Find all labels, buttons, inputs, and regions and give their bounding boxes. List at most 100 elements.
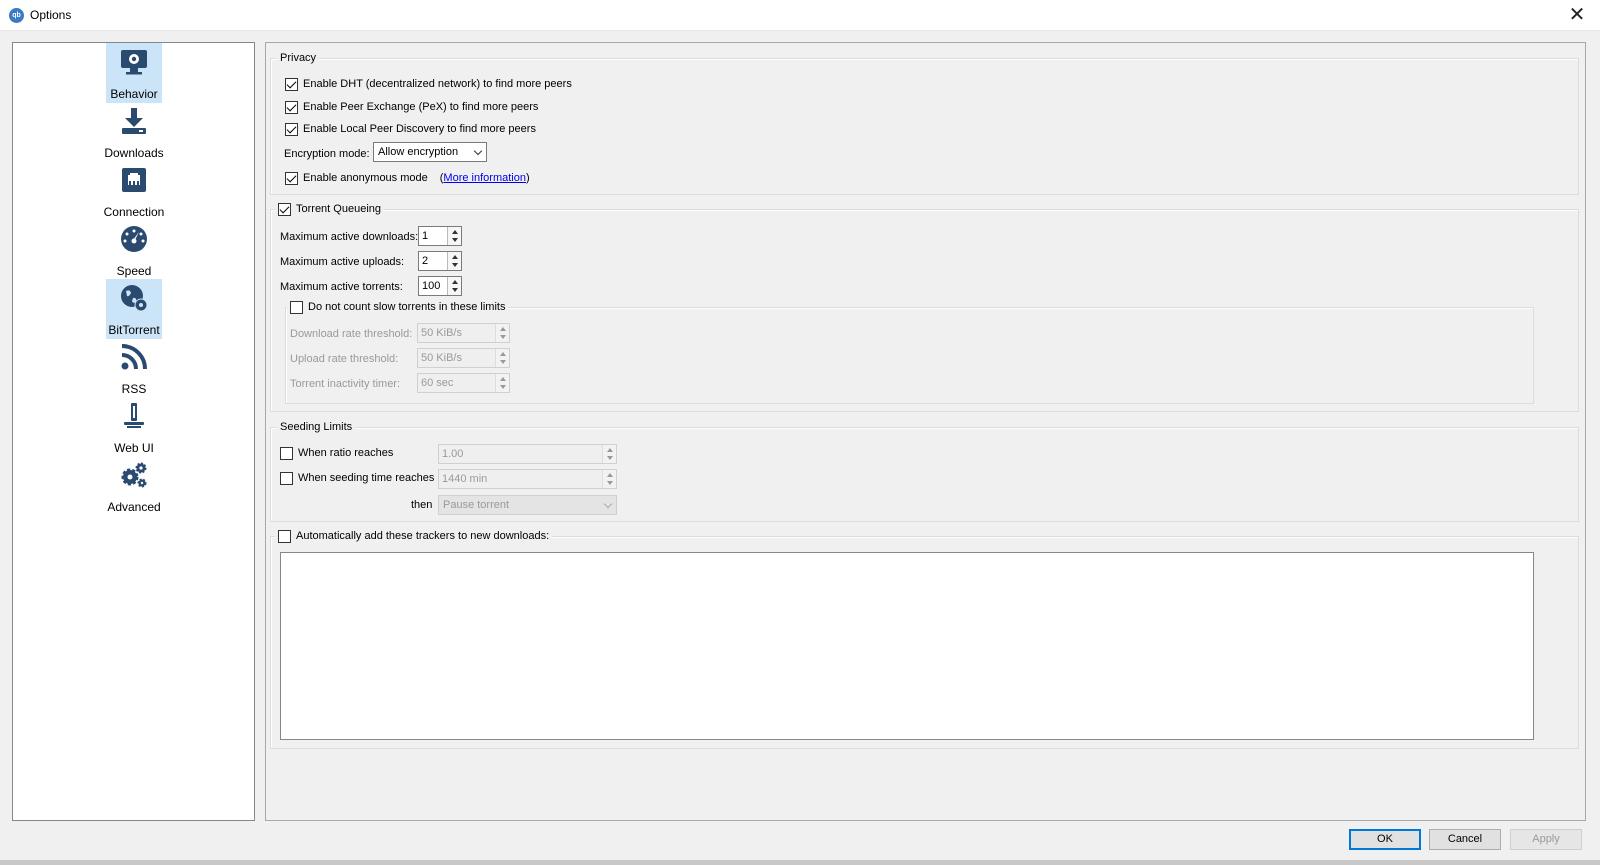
spin-buttons[interactable] bbox=[495, 324, 509, 342]
pex-label: Enable Peer Exchange (PeX) to find more … bbox=[303, 101, 539, 113]
lsd-option[interactable]: Enable Local Peer Discovery to find more… bbox=[285, 121, 536, 137]
sidebar-item-connection[interactable]: Connection bbox=[104, 161, 164, 221]
encryption-mode-label: Encryption mode: bbox=[284, 148, 370, 160]
max-torrents-value: 100 bbox=[422, 280, 441, 292]
seeding-action-select[interactable]: Pause torrent bbox=[438, 495, 617, 515]
close-icon[interactable]: ✕ bbox=[1554, 0, 1600, 31]
spin-buttons[interactable] bbox=[447, 252, 461, 270]
slow-torrents-group: Do not count slow torrents in these limi… bbox=[285, 300, 1534, 404]
spin-down-icon[interactable] bbox=[607, 456, 613, 460]
sidebar-item-web-ui[interactable]: Web UI bbox=[106, 397, 162, 457]
seeding-time-option[interactable]: When seeding time reaches bbox=[280, 470, 434, 486]
torrent-queueing-checkbox[interactable] bbox=[278, 202, 291, 216]
sidebar-item-label: Web UI bbox=[114, 441, 154, 455]
slow-torrents-checkbox[interactable] bbox=[290, 300, 303, 314]
spin-down-icon[interactable] bbox=[452, 288, 458, 292]
anonymous-mode-option[interactable]: Enable anonymous mode ( More information… bbox=[285, 170, 530, 186]
inactivity-timer-row: Torrent inactivity timer: bbox=[290, 376, 400, 392]
max-uploads-spinbox[interactable]: 2 bbox=[418, 251, 462, 271]
ratio-limit-label: When ratio reaches bbox=[298, 447, 394, 459]
max-uploads-value: 2 bbox=[422, 255, 429, 267]
spin-buttons[interactable] bbox=[602, 445, 616, 463]
globe-gear-icon bbox=[121, 285, 148, 312]
encryption-mode-row: Encryption mode: bbox=[284, 146, 370, 162]
seeding-time-checkbox[interactable] bbox=[280, 471, 293, 485]
anonymous-mode-checkbox[interactable] bbox=[285, 171, 298, 185]
sidebar-item-label: Downloads bbox=[104, 146, 164, 160]
sidebar-item-speed[interactable]: Speed bbox=[106, 220, 162, 280]
sidebar-item-rss[interactable]: RSS bbox=[106, 338, 162, 398]
seeding-action-value: Pause torrent bbox=[443, 499, 510, 511]
seeding-limits-title: Seeding Limits bbox=[277, 420, 356, 434]
title-bar: qb Options ✕ bbox=[0, 0, 1600, 31]
max-torrents-spinbox[interactable]: 100 bbox=[418, 276, 462, 296]
spin-up-icon[interactable] bbox=[607, 448, 613, 452]
window-title: Options bbox=[30, 8, 72, 22]
speedometer-icon bbox=[121, 226, 147, 252]
sidebar-item-behavior[interactable]: Behavior bbox=[106, 43, 162, 103]
sidebar-item-advanced[interactable]: Advanced bbox=[106, 456, 162, 516]
torrent-queueing-title: Torrent Queueing bbox=[296, 203, 381, 215]
trackers-title: Automatically add these trackers to new … bbox=[296, 530, 550, 542]
rss-icon bbox=[121, 344, 147, 370]
monitor-gear-icon bbox=[121, 50, 147, 75]
spin-buttons[interactable] bbox=[447, 277, 461, 295]
sidebar-item-bittorrent[interactable]: BitTorrent bbox=[106, 279, 162, 339]
inactivity-timer-spinbox[interactable]: 60 sec bbox=[417, 373, 510, 393]
ok-button[interactable]: OK bbox=[1349, 829, 1421, 850]
torrent-queueing-group: Torrent Queueing Maximum active download… bbox=[270, 202, 1579, 412]
dht-checkbox[interactable] bbox=[285, 77, 298, 91]
trackers-checkbox[interactable] bbox=[278, 529, 291, 543]
cancel-button[interactable]: Cancel bbox=[1429, 829, 1501, 850]
spin-buttons[interactable] bbox=[495, 374, 509, 392]
spin-up-icon[interactable] bbox=[452, 280, 458, 284]
sidebar-item-label: Speed bbox=[116, 264, 152, 278]
spin-down-icon[interactable] bbox=[607, 481, 613, 485]
seeding-time-spinbox[interactable]: 1440 min bbox=[438, 469, 617, 489]
spin-down-icon[interactable] bbox=[452, 263, 458, 267]
spin-buttons[interactable] bbox=[447, 227, 461, 245]
upload-threshold-spinbox[interactable]: 50 KiB/s bbox=[417, 348, 510, 368]
dht-option[interactable]: Enable DHT (decentralized network) to fi… bbox=[285, 76, 572, 92]
trackers-header[interactable]: Automatically add these trackers to new … bbox=[275, 529, 553, 543]
ratio-limit-option[interactable]: When ratio reaches bbox=[280, 445, 393, 461]
spin-down-icon[interactable] bbox=[500, 385, 506, 389]
max-uploads-row: Maximum active uploads: bbox=[280, 254, 404, 270]
ratio-limit-spinbox[interactable]: 1.00 bbox=[438, 444, 617, 464]
spin-up-icon[interactable] bbox=[500, 377, 506, 381]
torrent-queueing-header[interactable]: Torrent Queueing bbox=[275, 202, 384, 216]
max-downloads-spinbox[interactable]: 1 bbox=[418, 226, 462, 246]
more-information-link[interactable]: More information bbox=[443, 172, 526, 184]
window-bottom-edge bbox=[0, 860, 1600, 865]
sidebar-item-label: Connection bbox=[103, 205, 165, 219]
spin-down-icon[interactable] bbox=[452, 238, 458, 242]
spin-buttons[interactable] bbox=[602, 470, 616, 488]
spin-up-icon[interactable] bbox=[500, 352, 506, 356]
spin-up-icon[interactable] bbox=[452, 230, 458, 234]
slow-torrents-header[interactable]: Do not count slow torrents in these limi… bbox=[287, 300, 509, 314]
inactivity-timer-label: Torrent inactivity timer: bbox=[290, 378, 401, 390]
privacy-group-title: Privacy bbox=[277, 51, 320, 65]
dht-label: Enable DHT (decentralized network) to fi… bbox=[303, 78, 572, 90]
spin-up-icon[interactable] bbox=[452, 255, 458, 259]
trackers-textarea[interactable] bbox=[280, 552, 1534, 740]
apply-button[interactable]: Apply bbox=[1510, 829, 1582, 850]
spin-up-icon[interactable] bbox=[500, 327, 506, 331]
sidebar-item-downloads[interactable]: Downloads bbox=[104, 102, 164, 162]
encryption-mode-select[interactable]: Allow encryption bbox=[373, 142, 487, 162]
spin-buttons[interactable] bbox=[495, 349, 509, 367]
spin-down-icon[interactable] bbox=[500, 335, 506, 339]
download-icon bbox=[122, 108, 146, 134]
upload-threshold-value: 50 KiB/s bbox=[421, 352, 462, 364]
pex-checkbox[interactable] bbox=[285, 100, 298, 114]
download-threshold-spinbox[interactable]: 50 KiB/s bbox=[417, 323, 510, 343]
chevron-down-icon bbox=[603, 499, 613, 509]
spin-up-icon[interactable] bbox=[607, 473, 613, 477]
seeding-time-value: 1440 min bbox=[442, 473, 488, 485]
pex-option[interactable]: Enable Peer Exchange (PeX) to find more … bbox=[285, 99, 538, 115]
encryption-mode-value: Allow encryption bbox=[378, 146, 459, 158]
lsd-checkbox[interactable] bbox=[285, 122, 298, 136]
spin-down-icon[interactable] bbox=[500, 360, 506, 364]
slow-torrents-title: Do not count slow torrents in these limi… bbox=[308, 301, 506, 313]
ratio-limit-checkbox[interactable] bbox=[280, 446, 293, 460]
